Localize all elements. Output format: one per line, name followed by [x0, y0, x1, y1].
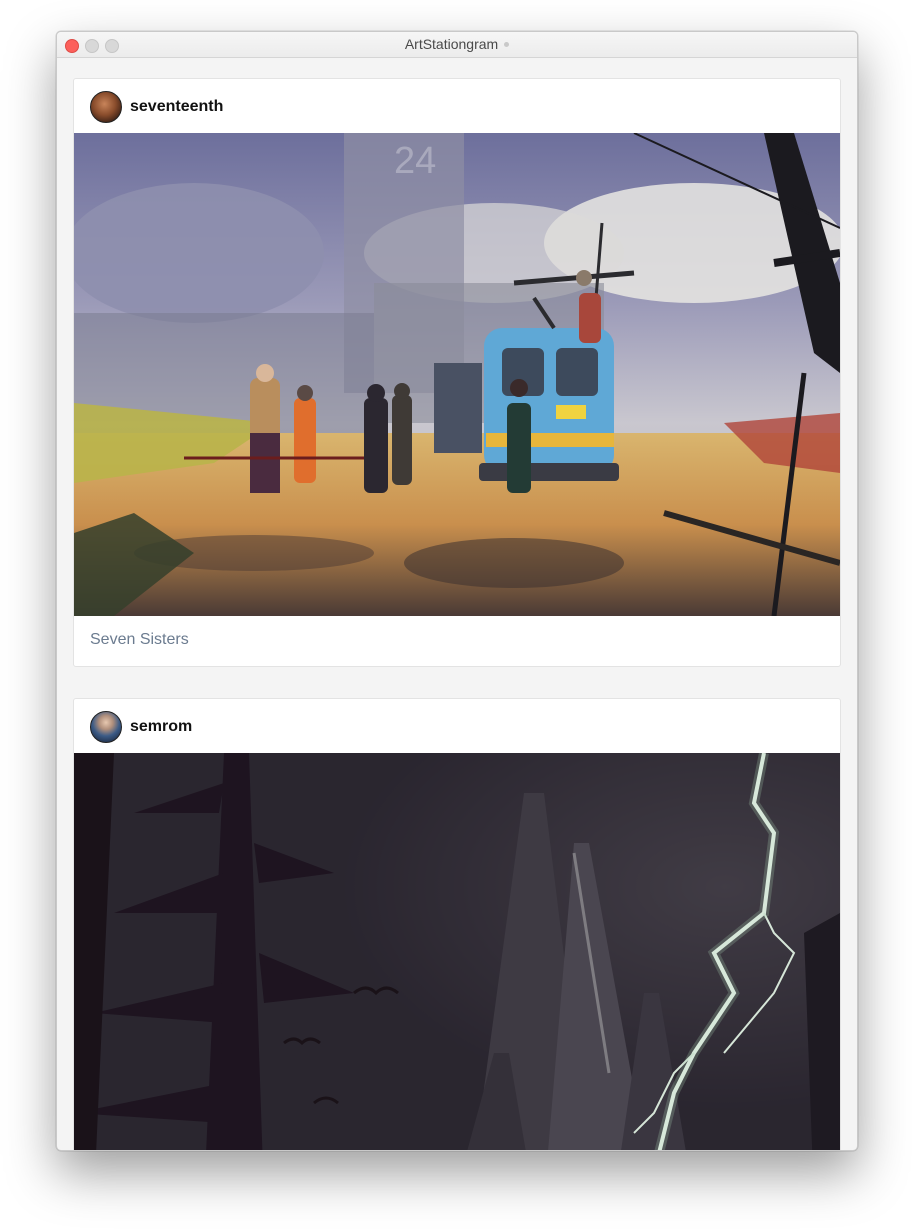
post-card: seventeenth 24 Seven Sisters — [73, 78, 841, 667]
avatar[interactable] — [90, 711, 122, 743]
svg-text:24: 24 — [394, 140, 436, 182]
avatar[interactable] — [90, 91, 122, 123]
window-title: ArtStationgram — [57, 36, 857, 52]
app-window: ArtStationgram seventeenth 24 Seven Sist… — [56, 31, 858, 1151]
post-card: semrom — [73, 698, 841, 1150]
post-caption: Seven Sisters — [90, 631, 189, 648]
title-bar[interactable]: ArtStationgram — [57, 32, 857, 58]
username[interactable]: semrom — [130, 718, 192, 736]
post-artwork[interactable]: 24 — [74, 133, 840, 616]
username[interactable]: seventeenth — [130, 98, 223, 116]
post-header: semrom — [74, 699, 840, 753]
feed[interactable]: seventeenth 24 Seven Sisters semrom — [57, 58, 857, 1150]
post-header: seventeenth — [74, 79, 840, 133]
edited-dot-icon — [504, 41, 510, 47]
post-artwork[interactable] — [74, 753, 840, 1150]
